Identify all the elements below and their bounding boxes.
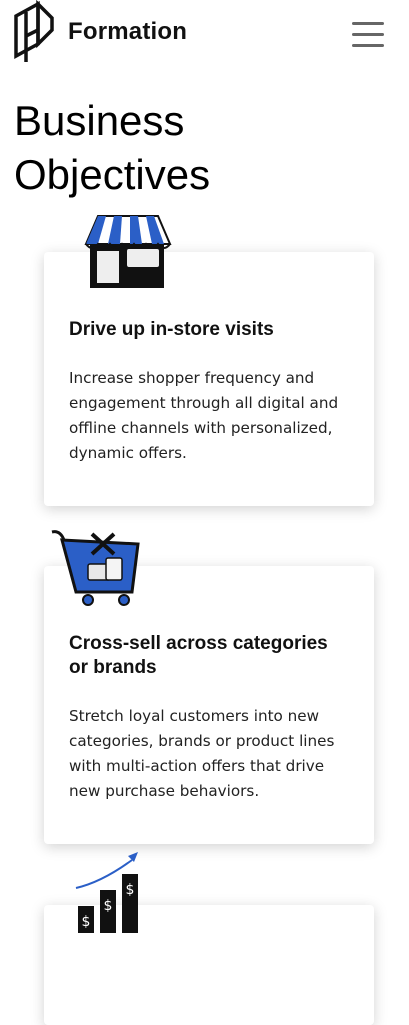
brand-name[interactable]: Formation: [68, 18, 187, 46]
svg-text:$: $: [82, 914, 91, 930]
svg-text:$: $: [104, 898, 113, 914]
page-title-line1: Business: [14, 97, 185, 144]
card-title: Cross-sell across categories or brands: [69, 632, 359, 680]
page-title: Business Objectives: [14, 94, 394, 202]
storefront-icon: [84, 215, 172, 288]
formation-logo-icon[interactable]: [12, 0, 56, 66]
card-title: Drive up in-store visits: [69, 319, 274, 340]
shopping-cart-icon: [51, 530, 140, 606]
card-title-line1: Cross-sell across categories: [69, 633, 328, 654]
site-header: Formation: [0, 0, 409, 70]
hamburger-menu-icon[interactable]: [352, 22, 384, 48]
growth-chart-icon: $ $ $: [75, 852, 138, 933]
page-title-line2: Objectives: [14, 151, 211, 198]
svg-text:$: $: [126, 882, 135, 898]
card-in-store-visits: Drive up in-store visits Increase shoppe…: [44, 252, 374, 506]
card-title-line2: or brands: [69, 657, 157, 678]
card-description: Increase shopper frequency and engagemen…: [69, 369, 339, 462]
card-description: Stretch loyal customers into new categor…: [69, 707, 335, 800]
